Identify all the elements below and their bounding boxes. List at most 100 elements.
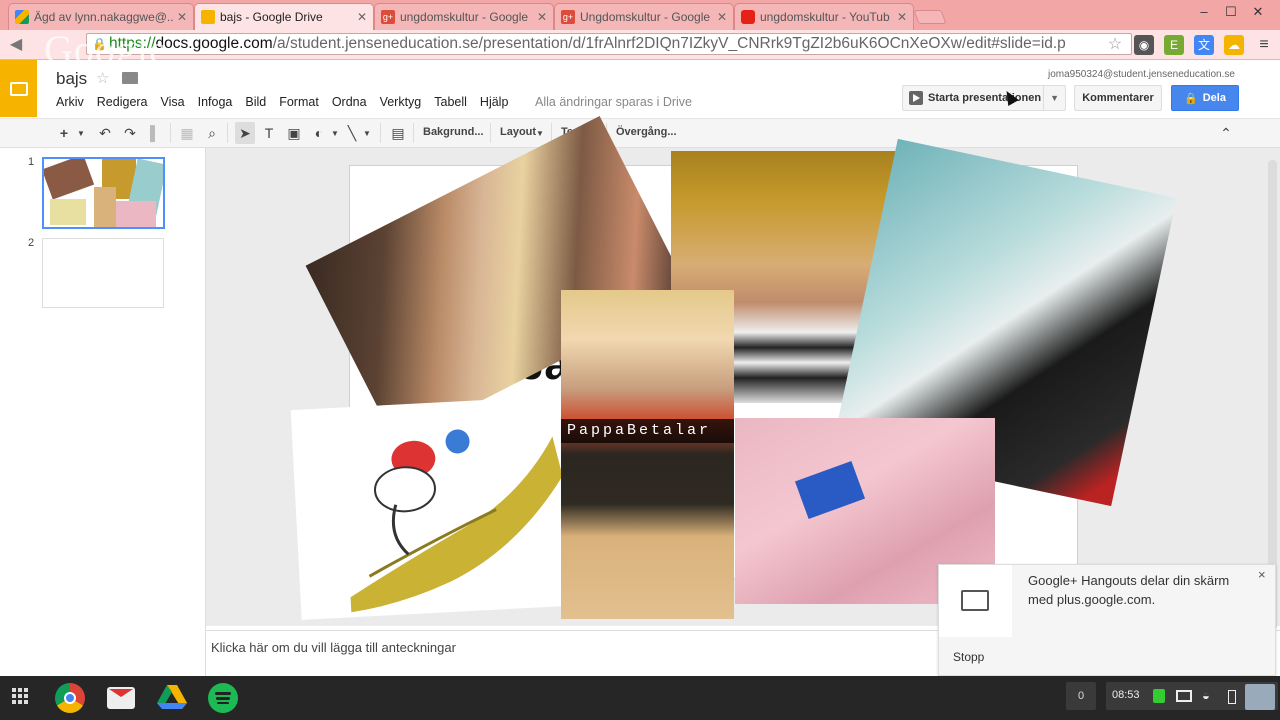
- slides-logo[interactable]: [0, 60, 37, 117]
- google-plus-icon: g+: [381, 10, 395, 24]
- close-icon[interactable]: ✕: [717, 10, 727, 24]
- hangouts-tray-icon: [1153, 689, 1165, 703]
- chevron-down-icon[interactable]: ▼: [535, 122, 545, 144]
- close-icon[interactable]: ✕: [537, 10, 547, 24]
- share-button[interactable]: 🔒 Dela: [1171, 85, 1239, 111]
- translate-icon[interactable]: 文: [1194, 35, 1214, 55]
- hangouts-message: Google+ Hangouts delar din skärm med plu…: [1028, 573, 1230, 607]
- browser-tab-4[interactable]: g+ Ungdomskultur - Google ✕: [554, 3, 734, 30]
- zoom-icon[interactable]: ⌕: [202, 122, 222, 144]
- play-icon: [909, 91, 923, 105]
- slides-icon: [201, 10, 215, 24]
- clock: 08:53: [1112, 689, 1140, 701]
- line-icon[interactable]: ╲: [342, 122, 362, 144]
- collapse-icon[interactable]: ⌃: [1216, 122, 1236, 144]
- weather-extension-icon[interactable]: ☁: [1224, 35, 1244, 55]
- redo-icon[interactable]: ↷: [120, 122, 140, 144]
- avatar[interactable]: [1245, 684, 1275, 710]
- app-launcher-icon[interactable]: [12, 688, 28, 704]
- menu-format[interactable]: Format: [279, 95, 319, 109]
- close-icon[interactable]: ✕: [177, 10, 187, 24]
- menu-bar: Arkiv Redigera Visa Infoga Bild Format O…: [56, 95, 521, 109]
- close-icon[interactable]: ✕: [357, 10, 367, 24]
- minimize-icon[interactable]: –: [1192, 4, 1216, 24]
- browser-tab-3[interactable]: g+ ungdomskultur - Google ✕: [374, 3, 554, 30]
- notification-count[interactable]: 0: [1066, 682, 1096, 710]
- battery-icon: [1228, 690, 1236, 704]
- paint-format-icon[interactable]: ▌: [145, 122, 165, 144]
- close-window-icon[interactable]: ✕: [1246, 4, 1270, 24]
- share-label: Dela: [1202, 92, 1226, 104]
- menu-visa[interactable]: Visa: [161, 95, 185, 109]
- text-box-icon[interactable]: T: [259, 122, 279, 144]
- account-email[interactable]: joma950324@student.jenseneducation.se: [1048, 69, 1235, 80]
- gmail-icon[interactable]: [107, 687, 135, 709]
- document-title[interactable]: bajs: [56, 69, 87, 89]
- menu-arkiv[interactable]: Arkiv: [56, 95, 84, 109]
- menu-infoga[interactable]: Infoga: [198, 95, 233, 109]
- chevron-down-icon[interactable]: ▼: [362, 122, 372, 144]
- layout-button[interactable]: Layout: [500, 126, 536, 138]
- tab-title: bajs - Google Drive: [220, 10, 323, 24]
- photo-scrooge-coins[interactable]: [290, 396, 570, 620]
- shape-icon[interactable]: ◐: [308, 122, 330, 144]
- menu-ordna[interactable]: Ordna: [332, 95, 367, 109]
- chevron-down-icon[interactable]: ▼: [1043, 86, 1065, 110]
- save-status: Alla ändringar sparas i Drive: [535, 95, 693, 109]
- background-button[interactable]: Bakgrund...: [423, 126, 484, 138]
- screen-share-icon: [1176, 690, 1192, 702]
- transition-button[interactable]: Övergång...: [616, 126, 677, 138]
- url-path: /a/student.jenseneducation.se/presentati…: [272, 35, 1066, 52]
- star-icon[interactable]: ☆: [96, 69, 109, 87]
- youtube-icon: [741, 10, 755, 24]
- notes-placeholder[interactable]: Klicka här om du vill lägga till anteckn…: [211, 640, 456, 655]
- new-tab-button[interactable]: [913, 10, 947, 24]
- screen-share-icon: [961, 590, 989, 611]
- tab-title: ungdomskultur - YouTub: [760, 10, 890, 24]
- new-slide-icon[interactable]: +: [55, 122, 73, 144]
- extension-icon[interactable]: E: [1164, 35, 1184, 55]
- slide-number: 1: [28, 156, 35, 168]
- camera-extension-icon[interactable]: ◉: [1134, 35, 1154, 55]
- chrome-icon[interactable]: [55, 683, 85, 713]
- maximize-icon[interactable]: ☐: [1219, 4, 1243, 24]
- menu-hjalp[interactable]: Hjälp: [480, 95, 509, 109]
- slide-thumbnail-2[interactable]: [42, 238, 164, 308]
- lock-icon: 🔒: [1184, 92, 1198, 105]
- close-icon[interactable]: ×: [1258, 567, 1266, 582]
- tab-title: ungdomskultur - Google: [400, 10, 529, 24]
- menu-tabell[interactable]: Tabell: [434, 95, 467, 109]
- address-bar[interactable]: https:// docs.google.com /a/student.jens…: [86, 33, 1132, 55]
- menu-bild[interactable]: Bild: [245, 95, 266, 109]
- stop-sharing-button[interactable]: Stopp: [953, 650, 984, 664]
- tab-title: Ungdomskultur - Google: [580, 10, 711, 24]
- comments-button[interactable]: Kommentarer: [1074, 85, 1162, 111]
- select-frame-icon[interactable]: ▦: [177, 122, 197, 144]
- drive-icon: [15, 10, 29, 24]
- wifi-icon: ◒: [1202, 688, 1210, 703]
- comment-icon[interactable]: ▤: [388, 122, 408, 144]
- chevron-down-icon[interactable]: ▼: [75, 122, 87, 144]
- menu-redigera[interactable]: Redigera: [97, 95, 148, 109]
- present-button[interactable]: Starta presentationen ▼: [902, 85, 1066, 111]
- tab-title: Ägd av lynn.nakaggwe@...: [34, 10, 173, 24]
- back-icon[interactable]: ◀: [6, 35, 26, 55]
- browser-tab-2[interactable]: bajs - Google Drive ✕: [194, 3, 374, 30]
- close-icon[interactable]: ✕: [897, 10, 907, 24]
- undo-icon[interactable]: ↶: [95, 122, 115, 144]
- chevron-down-icon[interactable]: ▼: [330, 122, 340, 144]
- folder-icon[interactable]: [122, 72, 138, 84]
- present-label: Starta presentationen: [928, 92, 1042, 104]
- browser-tab-5[interactable]: ungdomskultur - YouTub ✕: [734, 3, 914, 30]
- select-cursor-icon[interactable]: ➤: [235, 122, 255, 144]
- pappa-betalar-label: PappaBetalar: [561, 419, 734, 443]
- slide-thumbnail-1[interactable]: [42, 157, 165, 229]
- drive-icon[interactable]: [157, 683, 187, 713]
- star-icon[interactable]: ☆: [1105, 35, 1125, 55]
- menu-verktyg[interactable]: Verktyg: [380, 95, 422, 109]
- photo-pappa-betalar[interactable]: [561, 290, 734, 619]
- menu-icon[interactable]: ≡: [1254, 35, 1274, 55]
- vertical-scrollbar[interactable]: [1268, 160, 1277, 630]
- spotify-icon[interactable]: [208, 683, 238, 713]
- image-icon[interactable]: ▣: [284, 122, 304, 144]
